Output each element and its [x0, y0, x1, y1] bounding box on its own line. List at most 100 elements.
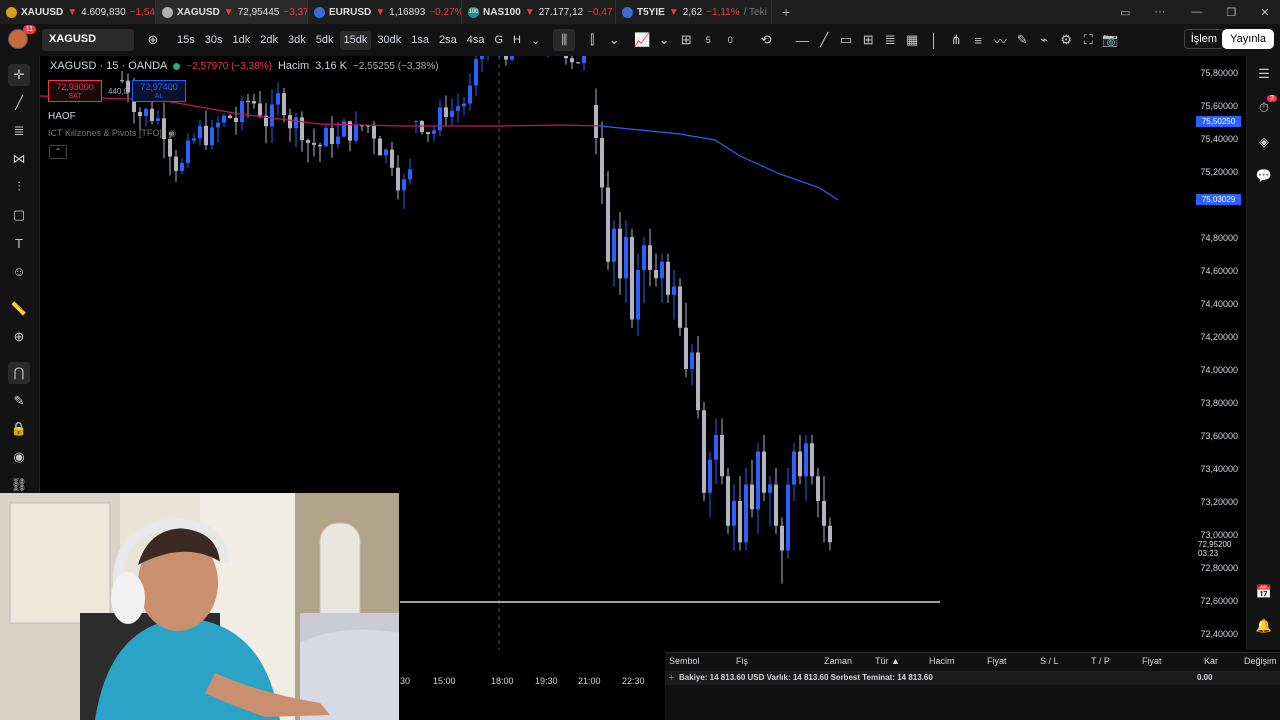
candles-icon[interactable]: ⫼ [553, 29, 576, 51]
camera-icon[interactable]: 📷 [1099, 29, 1121, 51]
col-header[interactable]: Zaman [824, 656, 852, 666]
col-header[interactable]: Sembol [669, 656, 700, 666]
time-tick: 30 [400, 676, 411, 686]
eye-icon[interactable]: ◉ [168, 128, 176, 138]
drawing-toolbar: ✛ ╱ ≣ ⋈ ⫶ ▢ T ☺ 📏 ⊕ ⋂ ✎ 🔒 ◉ ⛓ [0, 56, 40, 496]
tab-nas100[interactable]: 100 NAS100 ▼ 27.177,12 −0,47 ✕ [462, 0, 616, 24]
interval-5dk[interactable]: 5dk [312, 31, 338, 50]
notifications-icon[interactable]: 🔔 [1254, 616, 1274, 636]
lock-icon[interactable]: 🔒 [8, 418, 30, 440]
interval-15dk[interactable]: 15dk [339, 30, 372, 50]
layers-icon[interactable]: ◈ [1254, 132, 1274, 152]
calendar-icon[interactable]: 📅 [1254, 582, 1274, 602]
tab-xagusd[interactable]: XAGUSD ▼ 72,95445 −3,37% ✕ [156, 0, 308, 24]
col-header[interactable]: Fiyat [1142, 656, 1162, 666]
path-icon[interactable]: ⌁ [1033, 29, 1055, 51]
ruler-icon[interactable]: 📏 [8, 298, 30, 320]
tab-t5yie[interactable]: T5YIE ▼ 2,62 −1,11% / Teki ✕ [616, 0, 772, 24]
close-window-icon[interactable]: ✕ [1260, 6, 1269, 19]
emoji-icon[interactable]: ☺ [8, 260, 30, 282]
grid-icon[interactable]: ▦ [901, 29, 923, 51]
zoom-icon[interactable]: ⊕ [8, 326, 30, 348]
crosshair-box-icon[interactable]: ⊞ [857, 29, 879, 51]
sell-button[interactable]: 72,93000 SAT [48, 80, 102, 102]
alerts-icon[interactable]: ⏱ 3 [1254, 95, 1277, 118]
interval-2dk[interactable]: 2dk [256, 31, 282, 50]
rectangle-icon[interactable]: ▭ [835, 29, 857, 51]
fullscreen-icon[interactable]: ⛶ [1077, 29, 1099, 51]
fib-icon[interactable]: ≣ [879, 29, 901, 51]
wave-icon[interactable]: 〰 [989, 29, 1011, 51]
magnet-icon[interactable]: ⋂ [8, 362, 30, 384]
pattern-icon[interactable]: ⋈ [8, 148, 30, 170]
vertical-line-icon[interactable]: │ [923, 29, 945, 51]
chevron-down-icon[interactable]: ⌄ [653, 29, 675, 51]
counter-b[interactable]: 0 [719, 29, 741, 51]
parallel-channel-icon[interactable]: ≡ [967, 29, 989, 51]
time-axis[interactable]: 30 15:00 18:00 19:30 21:00 22:30 [400, 673, 665, 689]
interval-30s[interactable]: 30s [201, 31, 227, 50]
symbol-search[interactable]: XAGUSD [42, 29, 134, 51]
col-header[interactable]: T / P [1091, 656, 1110, 666]
interval-h[interactable]: H [509, 31, 525, 50]
buy-button[interactable]: 72,97400 AL [132, 80, 186, 102]
balance-row: + Bakiye: 14 813.60 USD Varlık: 14 813.6… [665, 671, 1280, 685]
chat-icon[interactable]: 💬 [1254, 166, 1274, 186]
pencil-lock-icon[interactable]: ✎ [8, 390, 30, 412]
price-axis[interactable]: 75,80000 75,60000 75,40000 75,20000 74,8… [1188, 56, 1246, 650]
col-header[interactable]: Kar [1204, 656, 1218, 666]
interval-dropdown-icon[interactable]: ⌄ [527, 31, 544, 50]
user-avatar[interactable]: 11 [8, 25, 36, 51]
trend-line-icon[interactable]: ╱ [813, 29, 835, 51]
tab-xauusd[interactable]: XAUUSD ▼ 4.609,830 −1,54 ✕ [0, 0, 156, 24]
maximize-icon[interactable]: ❐ [1226, 6, 1236, 19]
crosshair-icon[interactable]: ✛ [8, 64, 30, 86]
replay-icon[interactable]: ⟲ [755, 29, 777, 51]
add-symbol-icon[interactable]: ⊕ [142, 29, 164, 51]
fib-retracement-icon[interactable]: ≣ [8, 120, 30, 142]
more-icon[interactable]: ··· [1154, 6, 1165, 18]
interval-15s[interactable]: 15s [173, 31, 199, 50]
new-tab-icon[interactable]: + [782, 4, 790, 20]
interval-4sa[interactable]: 4sa [463, 31, 489, 50]
interval-2sa[interactable]: 2sa [435, 31, 461, 50]
col-header[interactable]: S / L [1040, 656, 1059, 666]
indicator-haof[interactable]: HAOF [48, 111, 76, 122]
expand-icon[interactable]: + [669, 673, 674, 682]
layout-grid-icon[interactable]: ⊞ [675, 29, 697, 51]
tab-eurusd[interactable]: EURUSD ▼ 1,16893 −0,27% ✕ [308, 0, 462, 24]
col-header[interactable]: Tür ▲ [875, 656, 900, 666]
sidebar-toggle-icon[interactable]: ▭ [1120, 6, 1130, 19]
horizontal-line-icon[interactable]: — [791, 29, 813, 51]
interval-g[interactable]: G [490, 31, 507, 50]
minimize-icon[interactable]: — [1191, 6, 1202, 18]
gold-icon [6, 6, 17, 18]
trend-line-icon[interactable]: ╱ [8, 92, 30, 114]
watchlist-icon[interactable]: ☰ [1254, 64, 1274, 84]
publish-button[interactable]: Yayınla [1222, 29, 1274, 49]
chevron-down-icon[interactable]: ⌄ [603, 29, 625, 51]
settings-icon[interactable]: ⚙ [1055, 29, 1077, 51]
interval-30dk[interactable]: 30dk [373, 31, 405, 50]
shapes-icon[interactable]: ▢ [8, 204, 30, 226]
collapse-legend-icon[interactable]: ⌃ [49, 145, 67, 159]
brush-icon[interactable]: ✎ [1011, 29, 1033, 51]
col-header[interactable]: Fiş [736, 656, 748, 666]
col-header[interactable]: Fiyat [987, 656, 1007, 666]
eye-icon[interactable]: ◉ [8, 446, 30, 468]
text-icon[interactable]: T [8, 232, 30, 254]
trade-button[interactable]: İşlem [1183, 29, 1224, 49]
indicators-icon[interactable]: 📈 [631, 29, 653, 51]
interval-1sa[interactable]: 1sa [407, 31, 433, 50]
interval-1dk[interactable]: 1dk [229, 31, 255, 50]
indicator-ict[interactable]: ICT Killzones & Pivots [TFO] ◉ [48, 128, 176, 139]
candle-body [168, 139, 172, 157]
forecast-icon[interactable]: ⫶ [8, 176, 30, 198]
interval-3dk[interactable]: 3dk [284, 31, 310, 50]
bar-style-icon[interactable]: ⫿ [581, 29, 603, 51]
candle-body [606, 187, 610, 262]
counter-a[interactable]: 5 [697, 29, 719, 51]
pitchfork-icon[interactable]: ⋔ [945, 29, 967, 51]
col-header[interactable]: Hacim [929, 656, 955, 666]
col-header[interactable]: Değişim [1244, 656, 1277, 666]
